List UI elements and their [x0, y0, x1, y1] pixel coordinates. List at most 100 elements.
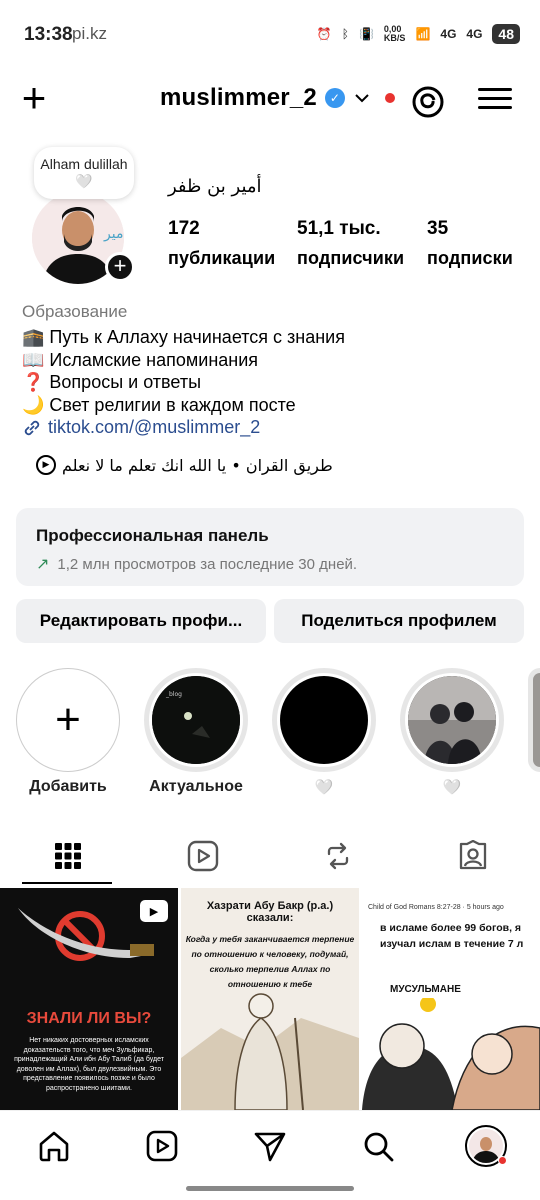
threads-icon[interactable]: [408, 82, 448, 122]
nav-profile[interactable]: [464, 1124, 508, 1168]
tab-tagged[interactable]: [405, 828, 540, 884]
reel-badge-icon: ▶: [140, 900, 168, 922]
highlight-label: Актуальное: [149, 778, 243, 795]
add-story-button[interactable]: +: [105, 252, 135, 282]
grid-post[interactable]: ▶ ЗНАЛИ ЛИ ВЫ? Нет никаких достоверных и…: [0, 888, 178, 1110]
status-bar: 13:38 pi.kz ⏰ ᛒ 📳 0,00 KB/S 📶 4G 4G 48: [0, 0, 540, 70]
posts-count: 172: [168, 218, 200, 239]
bio-line: 📖 Исламские напоминания: [22, 349, 259, 370]
vibrate-icon: 📳: [358, 27, 374, 41]
account-switcher[interactable]: muslimmer_2 ✓: [160, 84, 395, 112]
bio-line: ❓ Вопросы и ответы: [22, 372, 202, 392]
grid-icon: [54, 843, 81, 869]
status-time: 13:38: [24, 24, 73, 45]
profile-avatar-small: [465, 1125, 507, 1167]
chevron-down-icon: [355, 94, 369, 103]
trend-up-icon: ↗: [36, 556, 50, 573]
post-image: [362, 998, 540, 1110]
followers-label: подписчики: [297, 248, 405, 268]
post-meme-caption: МУСУЛЬМАНЕ: [390, 984, 461, 995]
bio-line: 🌙 Свет религии в каждом посте: [22, 394, 296, 415]
highlight-item[interactable]: _blog Актуальное: [144, 668, 248, 796]
highlight-item[interactable]: 🤍: [272, 668, 376, 796]
svg-text:_blog: _blog: [165, 691, 182, 698]
active-tab-indicator: [22, 882, 112, 884]
full-name: أمير بن ظفر: [168, 176, 262, 197]
profile-note[interactable]: Alham dulillah 🤍: [34, 147, 134, 199]
dashboard-title: Профессиональная панель: [36, 526, 269, 545]
home-icon: [39, 1131, 69, 1162]
alarm-icon: ⏰: [316, 27, 332, 41]
status-icons: ⏰ ᛒ 📳 0,00 KB/S 📶 4G 4G 48: [317, 24, 520, 44]
highlight-cover: [280, 676, 368, 764]
edit-profile-button[interactable]: Редактировать профи...: [16, 599, 266, 643]
nav-direct[interactable]: [248, 1124, 292, 1168]
svg-text:أمير: أمير: [103, 224, 124, 242]
highlight-cover: _blog: [152, 676, 240, 764]
highlight-item-partial[interactable]: [528, 668, 540, 772]
music-line[interactable]: ▶ طريق القران • يا الله انك تعلم ما لا ن…: [36, 455, 333, 475]
profile-category: Образование: [22, 302, 128, 321]
link-icon: [24, 420, 40, 435]
menu-icon[interactable]: [478, 84, 512, 118]
nav-home[interactable]: [32, 1124, 76, 1168]
notification-dot: [498, 1156, 507, 1165]
wifi-icon: 📶: [415, 27, 431, 41]
nav-reels[interactable]: [140, 1124, 184, 1168]
create-post-button[interactable]: +: [14, 77, 54, 122]
following-label: подписки: [427, 248, 513, 268]
highlight-ring: _blog: [144, 668, 248, 772]
highlight-ring: +: [16, 668, 120, 772]
professional-dashboard[interactable]: Профессиональная панель ↗ 1,2 млн просмо…: [16, 508, 524, 586]
highlight-item[interactable]: 🤍: [400, 668, 504, 796]
dashboard-subtitle-text: 1,2 млн просмотров за последние 30 дней.: [57, 555, 358, 573]
highlight-ring: [272, 668, 376, 772]
bio: 🕋 Путь к Аллаху начинается с знания 📖 Ис…: [22, 326, 345, 416]
post-text: в исламе более 99 богов, я изучал ислам …: [380, 922, 524, 950]
post-meta: Child of God Romans 8:27-28 · 5 hours ag…: [368, 904, 504, 911]
net-speed: 0,00 KB/S: [383, 24, 406, 43]
bluetooth-icon: ᛒ: [341, 27, 349, 41]
battery-level: 48: [492, 24, 520, 44]
dashboard-subtitle: ↗ 1,2 млн просмотров за последние 30 дне…: [36, 554, 504, 574]
followers-stat[interactable]: 51,1 тыс. подписчики: [297, 218, 404, 269]
posts-stat[interactable]: 172 публикации: [168, 218, 275, 269]
highlight-label: 🤍: [442, 779, 462, 796]
gesture-bar[interactable]: [186, 1186, 354, 1191]
signal-label-1: 4G: [440, 27, 457, 41]
grid-post[interactable]: Child of God Romans 8:27-28 · 5 hours ag…: [362, 888, 540, 1110]
bio-line: 🕋 Путь к Аллаху начинается с знания: [22, 327, 345, 347]
reels-icon: [187, 840, 218, 872]
highlight-cover: [408, 676, 496, 764]
posts-label: публикации: [168, 248, 276, 268]
watermark: pi.kz: [72, 24, 107, 43]
followers-count: 51,1 тыс.: [297, 218, 381, 239]
notification-dot: [384, 93, 395, 103]
search-icon: [364, 1132, 394, 1162]
grid-post[interactable]: Хазрати Абу Бакр (р.а.) сказали: Когда у…: [181, 888, 359, 1110]
following-stat[interactable]: 35 подписки: [427, 218, 513, 269]
music-line-text: طريق القران • يا الله انك تعلم ما لا نعل…: [62, 455, 333, 475]
plus-icon: +: [55, 695, 81, 744]
highlight-add[interactable]: + Добавить: [16, 668, 120, 796]
tagged-icon: [459, 840, 486, 870]
post-text: Нет никаких достоверных исламских доказа…: [14, 1037, 164, 1092]
bio-link[interactable]: tiktok.com/@muslimmer_2: [22, 417, 260, 438]
tab-reposts[interactable]: [270, 828, 405, 884]
bio-link-text: tiktok.com/@muslimmer_2: [48, 417, 261, 437]
following-count: 35: [427, 218, 449, 239]
repost-icon: [327, 842, 348, 870]
highlight-ring: [400, 668, 504, 772]
play-icon: ▶: [36, 455, 56, 475]
tab-grid[interactable]: [0, 828, 135, 884]
username: muslimmer_2: [160, 84, 317, 111]
highlight-label: Добавить: [29, 778, 107, 795]
nav-search[interactable]: [356, 1124, 400, 1168]
reels-icon: [146, 1130, 178, 1162]
tab-reels[interactable]: [135, 828, 270, 884]
post-title: ЗНАЛИ ЛИ ВЫ?: [26, 1010, 152, 1027]
highlight-label: 🤍: [314, 779, 334, 796]
share-profile-button[interactable]: Поделиться профилем: [274, 599, 524, 643]
post-title: Хазрати Абу Бакр (р.а.) сказали:: [206, 900, 334, 924]
post-text: Когда у тебя заканчивается терпение по о…: [185, 934, 355, 989]
